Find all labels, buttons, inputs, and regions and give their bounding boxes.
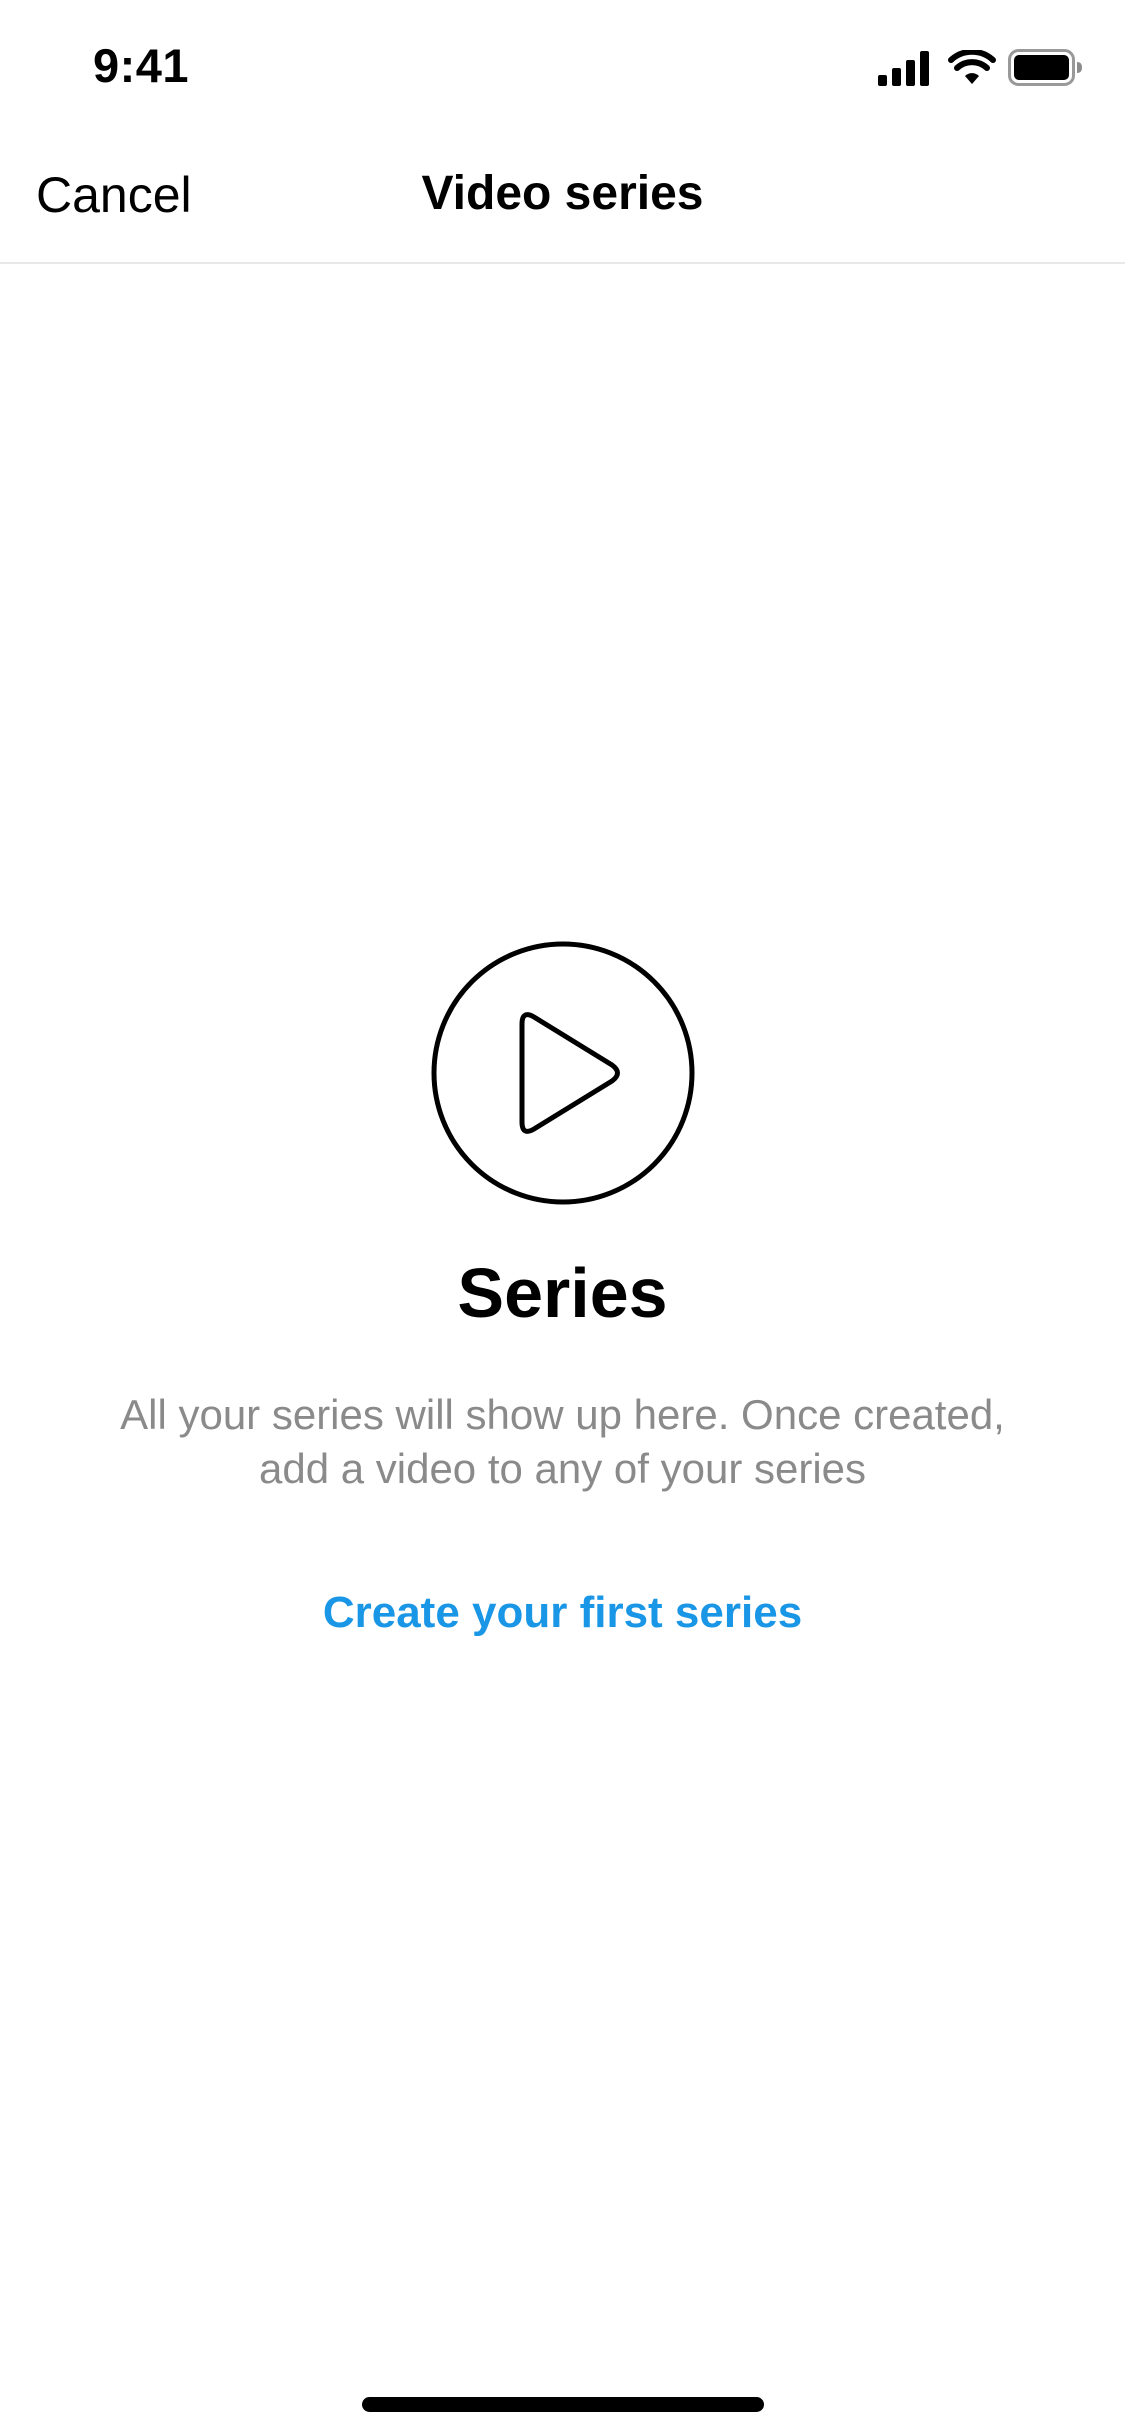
status-time: 9:41 [93, 39, 190, 92]
status-icons [878, 49, 1083, 90]
play-circle-icon [431, 941, 694, 1205]
home-indicator [362, 2397, 764, 2412]
empty-state: Series All your series will show up here… [0, 940, 1125, 1638]
battery-icon [1008, 49, 1082, 86]
navigation-bar: Cancel Video series [0, 132, 1125, 264]
create-first-series-button[interactable]: Create your first series [323, 1588, 802, 1638]
page-title: Video series [421, 167, 704, 220]
wifi-icon [948, 50, 996, 84]
status-bar: 9:41 [0, 0, 1125, 132]
empty-state-description: All your series will show up here. Once … [120, 1391, 1005, 1492]
empty-state-title: Series [457, 1254, 668, 1332]
cellular-signal-icon [878, 51, 929, 86]
